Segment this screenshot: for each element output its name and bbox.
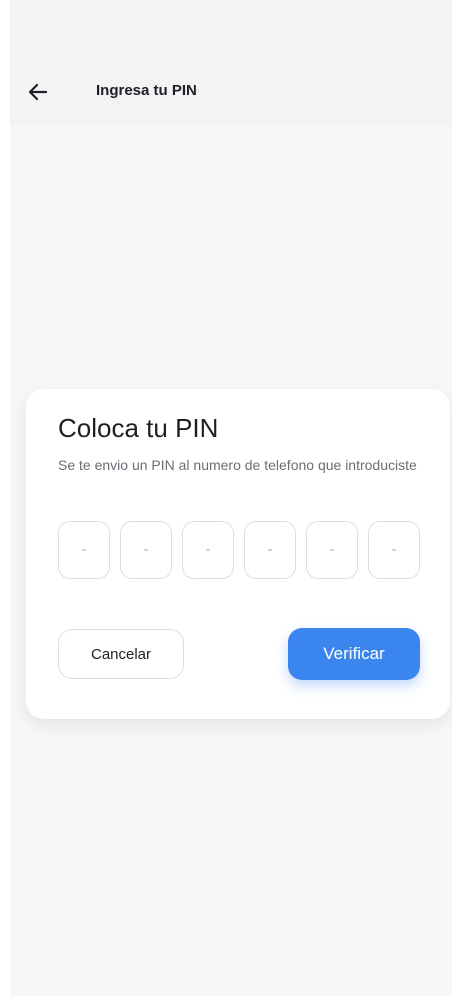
card-subtitle: Se te envio un PIN al numero de telefono… xyxy=(58,457,417,473)
pin-card: Coloca tu PIN Se te envio un PIN al nume… xyxy=(26,389,450,719)
status-bar-area xyxy=(10,0,452,60)
pin-digit-3[interactable]: - xyxy=(182,521,234,579)
app-screen: Ingresa tu PIN Coloca tu PIN Se te envio… xyxy=(10,0,452,996)
arrow-left-icon xyxy=(28,83,48,101)
pin-input-row: - - - - - - xyxy=(58,521,420,579)
pin-digit-4[interactable]: - xyxy=(244,521,296,579)
page-title: Ingresa tu PIN xyxy=(96,82,197,99)
pin-digit-5[interactable]: - xyxy=(306,521,358,579)
back-button[interactable] xyxy=(24,78,52,106)
pin-digit-2[interactable]: - xyxy=(120,521,172,579)
pin-digit-1[interactable]: - xyxy=(58,521,110,579)
card-title: Coloca tu PIN xyxy=(58,413,219,443)
content-area: Coloca tu PIN Se te envio un PIN al nume… xyxy=(10,124,452,996)
app-bar: Ingresa tu PIN xyxy=(10,60,452,124)
cancel-button[interactable]: Cancelar xyxy=(58,629,184,679)
verify-button[interactable]: Verificar xyxy=(288,628,420,680)
pin-digit-6[interactable]: - xyxy=(368,521,420,579)
